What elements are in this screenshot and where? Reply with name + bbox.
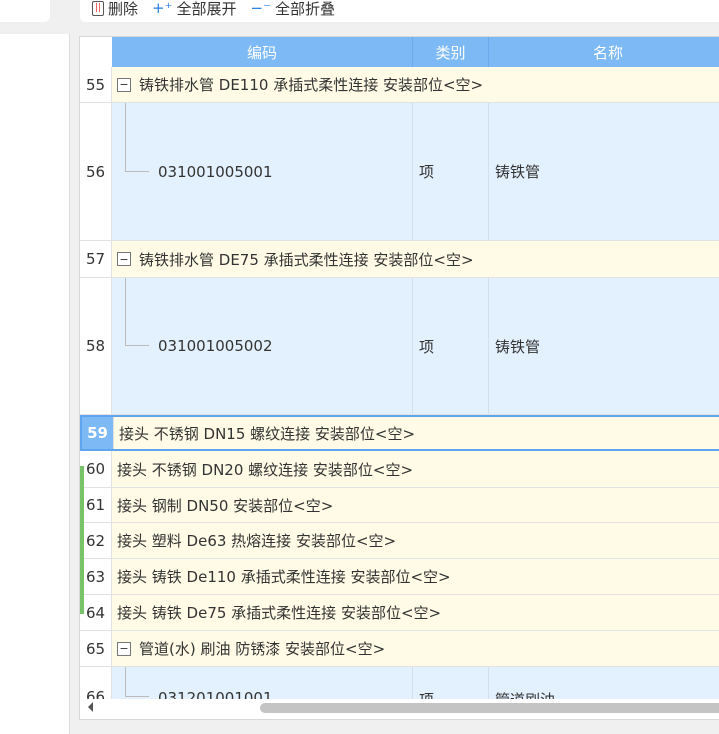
group-title: 接头 塑料 De63 热熔连接 安装部位<空>	[117, 532, 397, 550]
expand-icon: +⁺	[152, 0, 173, 17]
collapse-all-label: 全部折叠	[275, 0, 336, 18]
group-title: 铸铁排水管 DE110 承插式柔性连接 安装部位<空>	[139, 76, 484, 94]
delete-button[interactable]: || 删除	[92, 0, 138, 19]
group-title: 接头 铸铁 De75 承插式柔性连接 安装部位<空>	[117, 604, 442, 622]
toolbar: || 删除 +⁺ 全部展开 −⁻ 全部折叠	[80, 0, 719, 22]
group-title: 接头 钢制 DN50 安装部位<空>	[117, 496, 334, 515]
grid-body: 55− 铸铁排水管 DE110 承插式柔性连接 安装部位<空> 56 03100100…	[80, 67, 719, 701]
tree-connector	[125, 667, 149, 697]
collapse-toggle-icon[interactable]: −	[117, 77, 131, 92]
group-title: 接头 不锈钢 DN15 螺纹连接 安装部位<空>	[119, 424, 416, 443]
row-number: 57	[80, 241, 112, 277]
tree-connector	[125, 103, 149, 172]
row-number: 60	[80, 451, 112, 487]
table-row[interactable]: 65− 管道(水) 刷油 防锈漆 安装部位<空>	[80, 631, 719, 667]
table-row[interactable]: 66 031201001001 项管道刷油	[80, 667, 719, 701]
row-number: 66	[80, 667, 112, 701]
column-header-name[interactable]: 名称	[489, 37, 719, 67]
table-row[interactable]: 58 031001005002 项铸铁管	[80, 278, 719, 415]
table-row[interactable]: 59 接头 不锈钢 DN15 螺纹连接 安装部位<空>	[80, 415, 719, 451]
table-row[interactable]: 57− 铸铁排水管 DE75 承插式柔性连接 安装部位<空>	[80, 241, 719, 278]
row-number: 63	[80, 559, 112, 594]
tree-connector	[125, 278, 149, 346]
group-title: 管道(水) 刷油 防锈漆 安装部位<空>	[139, 640, 386, 658]
table-row[interactable]: 56 031001005001 项铸铁管	[80, 103, 719, 241]
item-code: 031001005001	[158, 162, 273, 181]
collapse-toggle-icon[interactable]: −	[117, 641, 131, 656]
column-header-type[interactable]: 类别	[413, 37, 489, 67]
table-row[interactable]: 62 接头 塑料 De63 热熔连接 安装部位<空>	[80, 523, 719, 559]
group-title: 铸铁排水管 DE75 承插式柔性连接 安装部位<空>	[139, 250, 474, 269]
scrollbar-thumb[interactable]	[260, 703, 719, 713]
row-number: 65	[80, 631, 112, 666]
item-code: 031001005002	[158, 337, 273, 355]
group-marker-bar	[80, 466, 84, 614]
row-number: 58	[80, 278, 112, 414]
group-title: 接头 不锈钢 DN20 螺纹连接 安装部位<空>	[117, 460, 414, 479]
collapse-all-button[interactable]: −⁻ 全部折叠	[251, 0, 336, 19]
item-type: 项	[413, 667, 489, 701]
row-number: 64	[80, 595, 112, 630]
scroll-left-arrow-icon[interactable]	[88, 702, 93, 712]
row-number: 56	[80, 103, 112, 240]
item-type: 项	[413, 103, 489, 240]
item-type: 项	[413, 278, 489, 414]
column-header-code[interactable]: 编码	[112, 37, 413, 67]
item-name: 铸铁管	[495, 337, 541, 356]
trash-icon: ||	[92, 0, 104, 16]
bill-grid: 编码 类别 名称 55− 铸铁排水管 DE110 承插式柔性连接 安装部位<空> 5…	[79, 36, 719, 720]
row-number: 55	[80, 67, 112, 102]
table-row[interactable]: 63 接头 铸铁 De110 承插式柔性连接 安装部位<空>	[80, 559, 719, 595]
table-row[interactable]: 61 接头 钢制 DN50 安装部位<空>	[80, 488, 719, 523]
table-row[interactable]: 60 接头 不锈钢 DN20 螺纹连接 安装部位<空>	[80, 451, 719, 488]
delete-label: 删除	[108, 0, 139, 18]
table-row[interactable]: 64 接头 铸铁 De75 承插式柔性连接 安装部位<空>	[80, 595, 719, 631]
collapse-icon: −⁻	[250, 0, 272, 17]
group-title: 接头 铸铁 De110 承插式柔性连接 安装部位<空>	[117, 568, 451, 586]
table-row[interactable]: 55− 铸铁排水管 DE110 承插式柔性连接 安装部位<空>	[80, 67, 719, 103]
row-number: 59	[82, 417, 114, 449]
expand-all-button[interactable]: +⁺ 全部展开	[152, 0, 237, 19]
horizontal-scrollbar[interactable]	[80, 699, 719, 717]
item-name: 管道刷油	[495, 691, 556, 701]
expand-all-label: 全部展开	[176, 0, 237, 18]
left-top-panel	[0, 0, 50, 22]
collapse-toggle-icon[interactable]: −	[117, 252, 131, 266]
grid-header: 编码 类别 名称	[112, 37, 719, 67]
row-number: 61	[80, 488, 112, 522]
row-number: 62	[80, 523, 112, 558]
left-panel	[0, 34, 70, 734]
item-name: 铸铁管	[495, 163, 541, 181]
